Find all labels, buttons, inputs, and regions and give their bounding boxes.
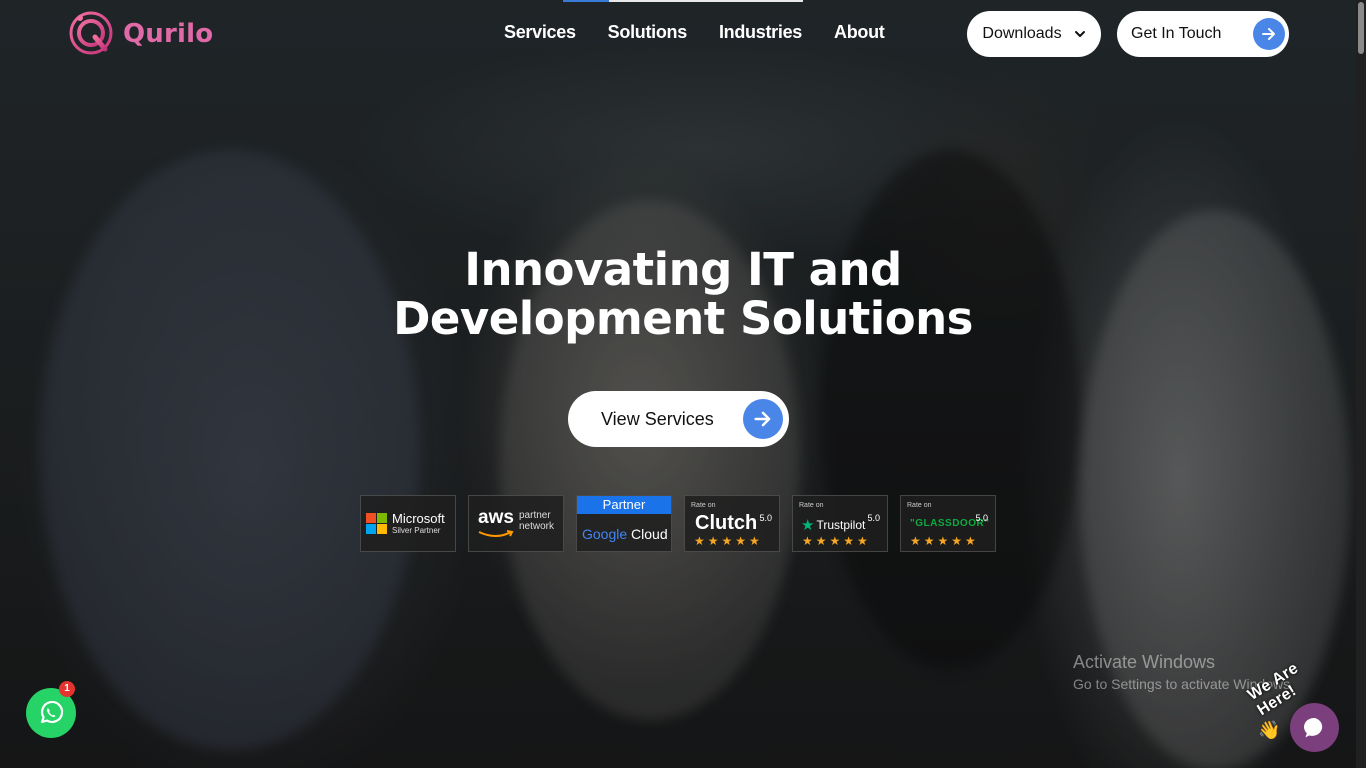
google-cloud-name: Google Cloud [582, 526, 668, 542]
trustpilot-rate-on: Rate on [799, 502, 824, 509]
badge-google-cloud[interactable]: Partner Google Cloud [576, 495, 672, 552]
activate-title: Activate Windows [1073, 652, 1216, 672]
nav-solutions[interactable]: Solutions [608, 22, 688, 43]
partner-badges: Microsoft Silver Partner aws partner net… [360, 495, 996, 552]
badge-trustpilot[interactable]: Rate on ★ Trustpilot 5.0 ★★★★★ [792, 495, 888, 552]
clutch-stars: ★★★★★ [694, 534, 763, 548]
trustpilot-star-icon: ★ [801, 517, 815, 534]
nav-industries[interactable]: Industries [719, 22, 802, 43]
site-logo[interactable]: Qurilo [67, 9, 213, 59]
view-services-label: View Services [601, 408, 714, 429]
waving-hand-icon: 👋 [1258, 720, 1281, 740]
badge-microsoft[interactable]: Microsoft Silver Partner [360, 495, 456, 552]
hero-title-line2: Development Solutions [393, 292, 973, 345]
get-in-touch-label: Get In Touch [1131, 25, 1222, 42]
chat-bubble-icon [1303, 717, 1322, 737]
clutch-name: Clutch [695, 512, 758, 534]
chevron-down-icon [1074, 31, 1085, 37]
trustpilot-brand: ★ Trustpilot [801, 516, 865, 534]
nav-services[interactable]: Services [504, 22, 576, 43]
nav-about[interactable]: About [834, 22, 885, 43]
get-in-touch-button[interactable]: Get In Touch [1117, 11, 1289, 57]
view-services-button[interactable]: View Services [568, 391, 789, 447]
downloads-dropdown[interactable]: Downloads [967, 11, 1101, 57]
trustpilot-stars: ★★★★★ [802, 534, 871, 548]
arrow-right-icon [743, 399, 783, 439]
microsoft-sub: Silver Partner [392, 526, 441, 535]
glassdoor-score: 5.0 [975, 513, 988, 523]
aws-smile-icon [478, 530, 514, 537]
badge-clutch[interactable]: Rate on Clutch 5.0 ★★★★★ [684, 495, 780, 552]
badge-aws[interactable]: aws partner network [468, 495, 564, 552]
clutch-rate-on: Rate on [691, 502, 716, 509]
arrow-right-icon [1253, 18, 1285, 50]
aws-sub: partner network [519, 510, 555, 532]
microsoft-name: Microsoft [392, 511, 445, 526]
hero-title: Innovating IT and Development Solutions [0, 245, 1366, 343]
google-partner-label: Partner [577, 496, 671, 514]
trustpilot-score: 5.0 [867, 513, 880, 523]
badge-glassdoor[interactable]: Rate on "GLASSDOOR" 5.0 ★★★★★ [900, 495, 996, 552]
qurilo-logo-icon [69, 11, 113, 55]
live-chat-button[interactable] [1290, 703, 1339, 752]
scrollbar-thumb[interactable] [1358, 2, 1364, 54]
glassdoor-rate-on: Rate on [907, 502, 932, 509]
trustpilot-name: Trustpilot [816, 518, 866, 532]
clutch-score: 5.0 [759, 513, 772, 523]
main-nav: Services Solutions Industries About [504, 22, 885, 43]
downloads-label: Downloads [982, 25, 1062, 42]
page-scrollbar[interactable] [1356, 0, 1366, 768]
whatsapp-icon [40, 700, 64, 724]
aws-name: aws [478, 507, 514, 528]
nav-indicator [563, 0, 803, 2]
hero-title-line1: Innovating IT and [464, 243, 902, 296]
glassdoor-stars: ★★★★★ [910, 534, 979, 548]
microsoft-logo-icon [366, 513, 387, 534]
whatsapp-notification-badge: 1 [59, 681, 75, 697]
brand-name: Qurilo [123, 19, 214, 49]
